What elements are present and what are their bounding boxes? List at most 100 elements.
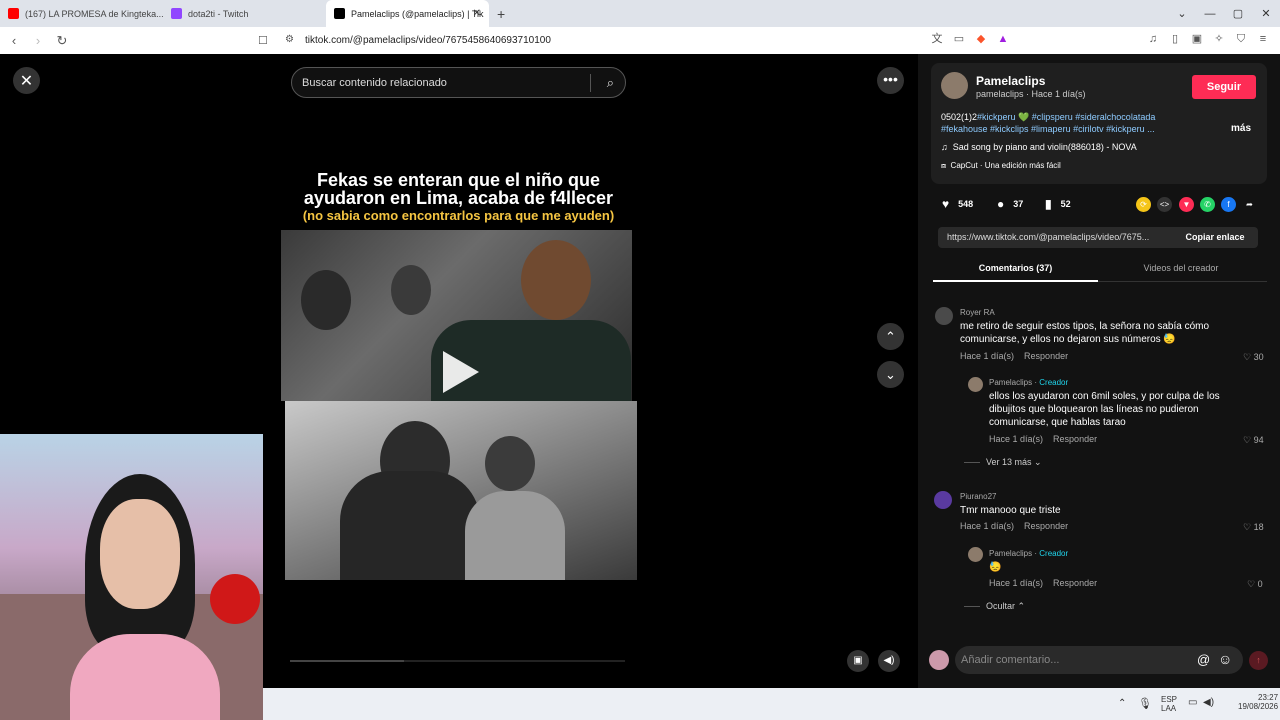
vpn-icon[interactable]: ⛉ [1234, 32, 1248, 46]
forward-icon[interactable]: › [28, 33, 48, 48]
more-description-button[interactable]: más [1231, 123, 1251, 134]
hide-replies[interactable]: Ocultar ⌃ [964, 601, 1025, 612]
capcut-info[interactable]: ⧈ CapCut · Una edición más fácil [941, 161, 1061, 171]
url-field[interactable]: tiktok.com/@pamelaclips/video/7675458640… [305, 35, 551, 46]
floating-player-button[interactable]: ▣ [847, 650, 869, 672]
avatar[interactable] [968, 547, 983, 562]
language-indicator[interactable]: ESP LAA [1161, 695, 1177, 713]
related-search-input[interactable]: Buscar contenido relacionado ⌕ [291, 67, 626, 98]
previous-video-button[interactable]: ⌃ [877, 323, 904, 350]
heart-icon: ♥ [942, 197, 950, 211]
comment-line: comunicarse, y ellos no dejaron sus núme… [960, 334, 1176, 345]
maximize-icon[interactable]: ▢ [1224, 7, 1252, 20]
new-tab-button[interactable]: + [497, 6, 505, 22]
reply-author: Pamelaclips [989, 378, 1033, 387]
brave-shield-icon[interactable]: ◆ [974, 32, 988, 46]
lang-1: ESP [1161, 695, 1178, 704]
back-icon[interactable]: ‹ [4, 33, 24, 48]
comment-like[interactable]: ♡ 94 [1243, 435, 1264, 446]
copy-link-button[interactable]: Copiar enlace [1172, 227, 1258, 248]
next-video-button[interactable]: ⌄ [877, 361, 904, 388]
repost-icon[interactable]: ⟳ [1136, 197, 1151, 212]
creator-badge: Creador [1039, 549, 1069, 558]
share-arrow-icon[interactable]: ➦ [1242, 197, 1257, 212]
embed-icon[interactable]: <> [1157, 197, 1172, 212]
comment-line: ellos los ayudaron con 6mil soles, y por… [989, 391, 1220, 402]
tab-twitch[interactable]: dota2ti - Twitch [163, 0, 326, 27]
avatar[interactable] [934, 491, 952, 509]
send-comment-button[interactable]: ↑ [1249, 651, 1268, 670]
comment-like[interactable]: ♡ 18 [1243, 522, 1264, 533]
comment-like-count: 18 [1253, 522, 1264, 532]
reload-icon[interactable]: ↻ [52, 33, 72, 49]
avatar[interactable] [968, 377, 983, 392]
comment-meta: Hace 1 día(s) Responder [960, 521, 1068, 531]
comment-username[interactable]: Pamelaclips · Creador [989, 549, 1068, 558]
volume-button[interactable]: ◀) [878, 650, 900, 672]
view-more-replies[interactable]: Ver 13 más ⌄ [964, 457, 1042, 468]
ai-icon[interactable]: ✧ [1212, 32, 1226, 46]
wallet-icon[interactable]: ▣ [1190, 32, 1204, 46]
clock[interactable]: 23:27 19/08/2026 [1238, 693, 1278, 711]
mention-icon[interactable]: @ [1197, 652, 1210, 667]
follow-button[interactable]: Seguir [1192, 75, 1256, 99]
reply-button[interactable]: Responder [1053, 434, 1097, 444]
play-icon[interactable] [443, 351, 479, 393]
desc-hashtags-2[interactable]: #fekahouse #kickclips #limaperu #cirilot… [941, 124, 1155, 134]
site-settings-icon[interactable]: ⚙ [285, 34, 294, 45]
comment-stat[interactable]: ● 37 [997, 197, 1023, 211]
close-window-icon[interactable]: ✕ [1252, 7, 1280, 20]
comment-username[interactable]: Piurano27 [960, 492, 996, 501]
tab-youtube[interactable]: (167) LA PROMESA de Kingteka...¡M [0, 0, 163, 27]
bookmark-save-icon: ▮ [1045, 197, 1052, 211]
cast-icon[interactable]: ▭ [952, 32, 966, 46]
chevron-up-icon[interactable]: ⌃ [1118, 698, 1126, 709]
send-icon[interactable]: ▼ [1179, 197, 1194, 212]
like-stat[interactable]: ♥ 548 [942, 197, 973, 211]
save-count: 52 [1060, 199, 1071, 209]
network-icon[interactable]: ▭ [1188, 697, 1197, 708]
creator-avatar[interactable] [941, 72, 968, 99]
creator-name[interactable]: Pamelaclips [976, 74, 1045, 88]
search-divider [590, 74, 591, 92]
speaker-icon[interactable]: ◀) [1203, 697, 1214, 708]
reply-button[interactable]: Responder [1024, 521, 1068, 531]
comment-time: Hace 1 día(s) [960, 351, 1015, 361]
desc-hashtags-1[interactable]: #kickperu 💚 #clipsperu #sideralchocolata… [977, 112, 1155, 122]
media-icon[interactable]: ♫ [1146, 32, 1160, 46]
tab-search-icon[interactable]: ⌄ [1168, 7, 1196, 20]
search-icon[interactable]: ⌕ [607, 75, 614, 91]
save-stat[interactable]: ▮ 52 [1045, 197, 1071, 211]
facebook-icon[interactable]: f [1221, 197, 1236, 212]
microphone-icon[interactable]: 🎙 [1138, 697, 1152, 710]
translate-icon[interactable]: 文 [930, 32, 944, 46]
video-progress-bar[interactable] [290, 660, 625, 662]
sidebar-icon[interactable]: ▯ [1168, 32, 1182, 46]
close-tab-icon[interactable]: ✕ [473, 8, 481, 19]
avatar[interactable] [935, 307, 953, 325]
comment-like[interactable]: ♡ 0 [1247, 579, 1263, 590]
tab-tiktok[interactable]: Pamelaclips (@pamelaclips) | Tik ✕ [326, 0, 489, 27]
music-info[interactable]: ♫ Sad song by piano and violin(886018) -… [941, 142, 1137, 152]
emoji-icon[interactable]: ☺ [1218, 651, 1232, 667]
twitch-icon [171, 8, 182, 19]
close-video-button[interactable]: ✕ [13, 67, 40, 94]
tab-title: dota2ti - Twitch [188, 8, 249, 19]
minimize-icon[interactable]: — [1196, 8, 1224, 20]
comment-username[interactable]: Pamelaclips · Creador [989, 378, 1068, 387]
reply-button[interactable]: Responder [1024, 351, 1068, 361]
video-progress-fill [290, 660, 404, 662]
bookmark-icon[interactable]: ☐ [258, 34, 268, 47]
whatsapp-icon[interactable]: ✆ [1200, 197, 1215, 212]
comment-like[interactable]: ♡ 30 [1243, 352, 1264, 363]
tab-creator-videos[interactable]: Videos del creador [1098, 263, 1264, 273]
reply-author: Pamelaclips [989, 549, 1033, 558]
comment-username[interactable]: Royer RA [960, 308, 995, 317]
menu-icon[interactable]: ≡ [1256, 32, 1270, 46]
rewards-icon[interactable]: ▲ [996, 32, 1010, 46]
tab-comments[interactable]: Comentarios (37) [933, 263, 1098, 273]
reply-button[interactable]: Responder [1053, 578, 1097, 588]
more-options-button[interactable]: ••• [877, 67, 904, 94]
tab-title: Pamelaclips (@pamelaclips) | Tik [351, 8, 484, 19]
view-more-label: Ver 13 más [986, 457, 1032, 467]
